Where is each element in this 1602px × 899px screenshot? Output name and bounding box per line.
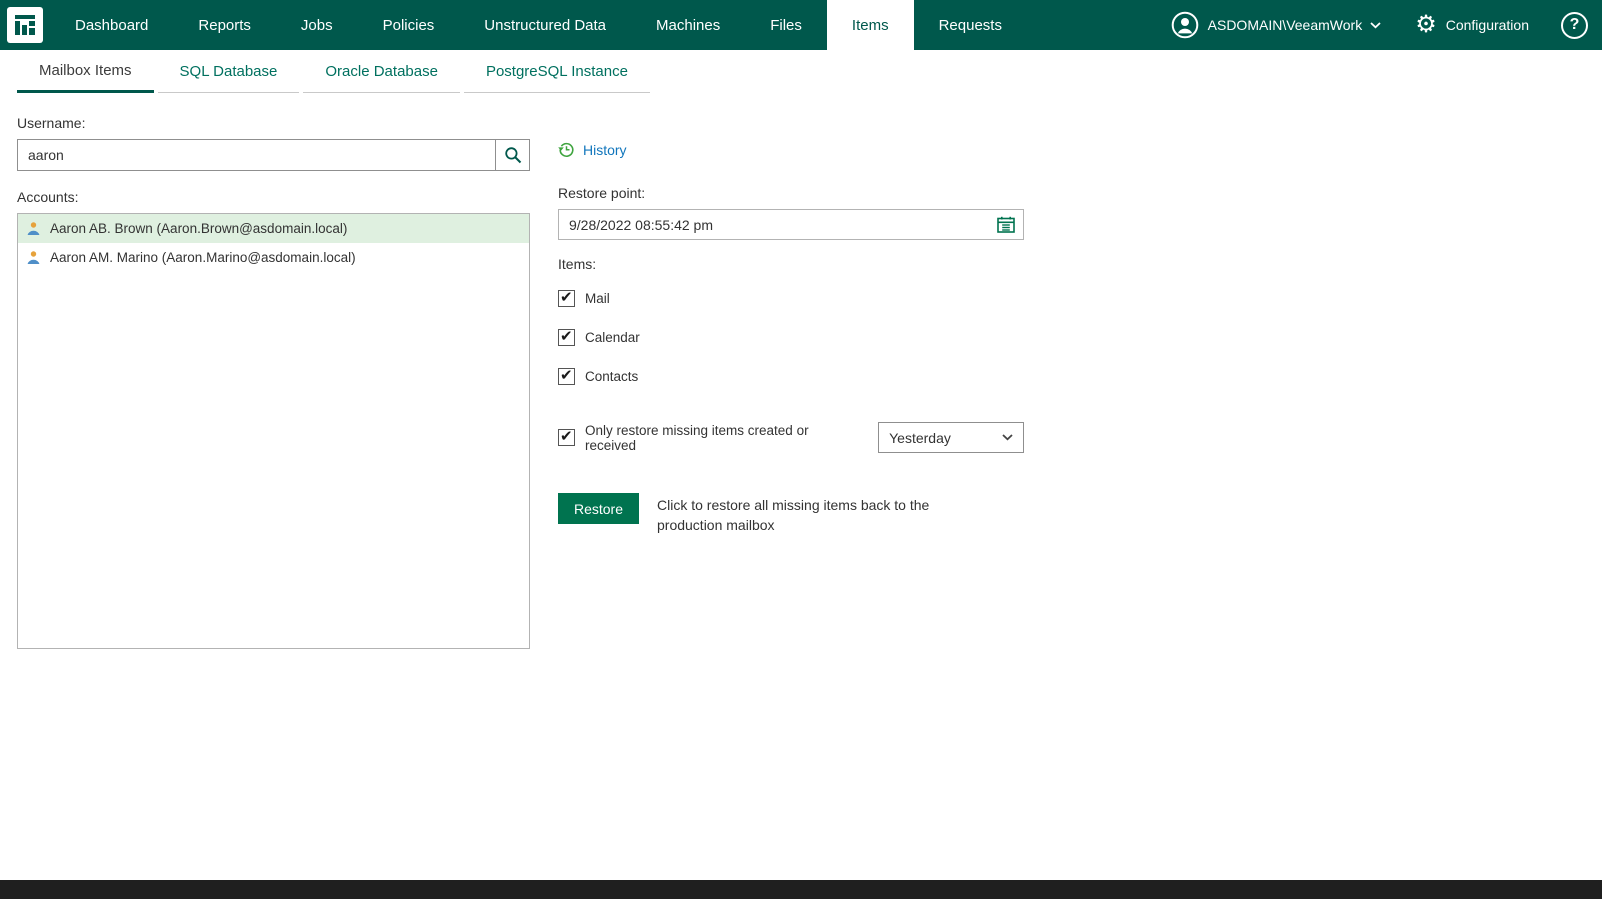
history-label: History xyxy=(583,141,627,158)
items-tab-bar: Mailbox Items SQL Database Oracle Databa… xyxy=(0,50,1602,93)
nav-item-items[interactable]: Items xyxy=(826,0,914,50)
contacts-checkbox[interactable] xyxy=(558,366,575,385)
header-right: ASDOMAIN\VeeamWork ⚙ Configuration ? xyxy=(1171,0,1602,50)
person-icon xyxy=(26,221,41,236)
nav-item-files[interactable]: Files xyxy=(745,0,827,50)
period-value: Yesterday xyxy=(889,429,951,446)
only-missing-checkbox[interactable] xyxy=(558,427,575,446)
username-search-field xyxy=(17,139,530,171)
tab-sql-database[interactable]: SQL Database xyxy=(157,50,300,93)
mailbox-items-panel: Username: Accounts: xyxy=(0,93,1602,649)
configuration-label: Configuration xyxy=(1445,17,1529,33)
top-navbar: Dashboard Reports Jobs Policies Unstruct… xyxy=(0,0,1602,50)
checkbox-row-mail: Mail xyxy=(558,288,1024,307)
tab-postgresql-instance[interactable]: PostgreSQL Instance xyxy=(463,50,650,93)
person-icon xyxy=(26,250,41,265)
gear-icon: ⚙ xyxy=(1415,11,1437,38)
main-nav: Dashboard Reports Jobs Policies Unstruct… xyxy=(50,0,1027,50)
chevron-down-icon xyxy=(1002,434,1013,441)
restore-button[interactable]: Restore xyxy=(558,493,639,524)
account-name: Aaron AB. Brown (Aaron.Brown@asdomain.lo… xyxy=(50,221,348,236)
calendar-button[interactable] xyxy=(989,210,1023,239)
configuration-button[interactable]: ⚙ Configuration xyxy=(1415,13,1529,37)
veeam-logo-icon xyxy=(7,7,43,43)
help-button[interactable]: ? xyxy=(1561,11,1588,39)
user-avatar-icon xyxy=(1171,11,1199,39)
mail-checkbox[interactable] xyxy=(558,288,575,307)
account-name: Aaron AM. Marino (Aaron.Marino@asdomain.… xyxy=(50,250,356,265)
user-name-label: ASDOMAIN\VeeamWork xyxy=(1207,17,1363,33)
bottom-bar xyxy=(0,880,1602,899)
accounts-label: Accounts: xyxy=(17,189,79,205)
search-icon xyxy=(504,146,522,164)
restore-column: History Restore point: 9/28/2022 08:55:4… xyxy=(558,115,1024,649)
accounts-column: Username: Accounts: xyxy=(17,115,530,649)
calendar-checkbox[interactable] xyxy=(558,327,575,346)
only-missing-row: Only restore missing items created or re… xyxy=(558,422,1024,453)
nav-item-requests[interactable]: Requests xyxy=(914,0,1027,50)
checkbox-row-calendar: Calendar xyxy=(558,327,1024,346)
nav-item-dashboard[interactable]: Dashboard xyxy=(50,0,173,50)
mail-label: Mail xyxy=(585,291,610,306)
calendar-label: Calendar xyxy=(585,330,640,345)
restore-point-field xyxy=(558,209,1024,240)
restore-point-input[interactable] xyxy=(559,216,989,233)
chevron-down-icon xyxy=(1370,21,1381,29)
account-row[interactable]: Aaron AM. Marino (Aaron.Marino@asdomain.… xyxy=(18,243,529,272)
nav-item-reports[interactable]: Reports xyxy=(173,0,276,50)
checkbox-row-contacts: Contacts xyxy=(558,366,1024,385)
restore-point-label: Restore point: xyxy=(558,185,646,201)
account-row[interactable]: Aaron AB. Brown (Aaron.Brown@asdomain.lo… xyxy=(18,214,529,243)
nav-item-unstructured-data[interactable]: Unstructured Data xyxy=(459,0,631,50)
history-link[interactable]: History xyxy=(558,141,627,158)
username-input[interactable] xyxy=(18,140,495,170)
period-dropdown[interactable]: Yesterday xyxy=(878,422,1024,453)
tab-oracle-database[interactable]: Oracle Database xyxy=(303,50,460,93)
restore-hint-text: Click to restore all missing items back … xyxy=(657,497,930,533)
accounts-listbox[interactable]: Aaron AB. Brown (Aaron.Brown@asdomain.lo… xyxy=(17,213,530,649)
user-menu[interactable]: ASDOMAIN\VeeamWork xyxy=(1171,11,1382,39)
history-icon xyxy=(558,141,575,158)
contacts-label: Contacts xyxy=(585,369,639,384)
nav-item-machines[interactable]: Machines xyxy=(631,0,745,50)
app-logo[interactable] xyxy=(0,0,50,50)
items-label: Items: xyxy=(558,256,597,272)
calendar-icon xyxy=(997,216,1015,233)
nav-item-policies[interactable]: Policies xyxy=(358,0,460,50)
search-button[interactable] xyxy=(495,140,529,170)
restore-row: Restore Click to restore all missing ite… xyxy=(558,493,1024,535)
only-missing-label: Only restore missing items created or re… xyxy=(585,422,809,453)
nav-item-jobs[interactable]: Jobs xyxy=(276,0,358,50)
question-mark-icon: ? xyxy=(1569,16,1580,33)
username-label: Username: xyxy=(17,115,86,131)
tab-mailbox-items[interactable]: Mailbox Items xyxy=(17,50,154,93)
